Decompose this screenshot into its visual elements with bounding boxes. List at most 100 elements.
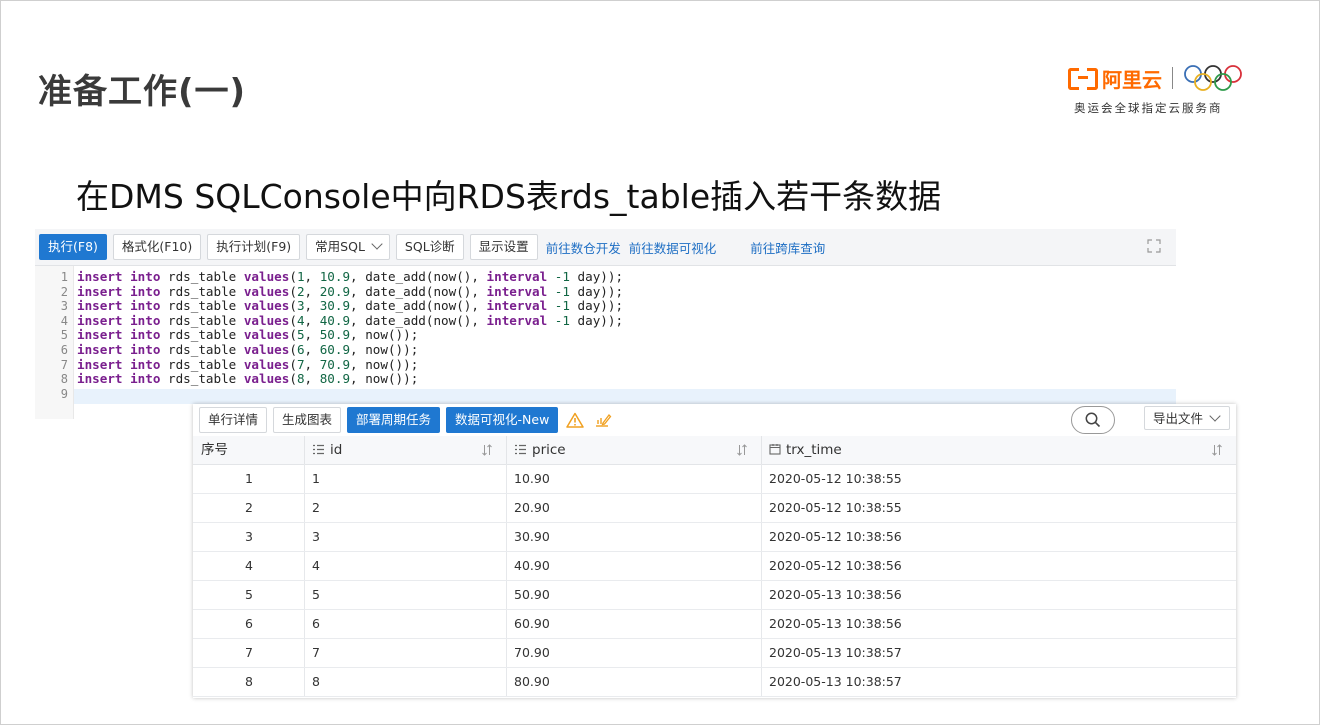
sql-keyword: insert (77, 312, 123, 328)
sql-editor[interactable]: 123456789 insert into rds_table values(1… (35, 266, 1176, 419)
line-number: 9 (60, 386, 68, 401)
table-row[interactable]: 6 6 60.90 2020-05-13 10:38:56 (193, 609, 1236, 639)
number-column-icon (313, 444, 324, 454)
trx-time-cell: 2020-05-13 10:38:56 (769, 616, 902, 631)
common-sql-dropdown[interactable]: 常用SQL (306, 234, 390, 260)
link-cross-db-query[interactable]: 前往跨库查询 (750, 238, 825, 257)
sql-number: 4 (296, 312, 305, 328)
slide-subtitle: 在DMS SQLConsole中向RDS表rds_table插入若干条数据 (76, 177, 942, 216)
sql-text: , (304, 327, 320, 343)
column-header-id[interactable]: id (312, 436, 342, 464)
alibaba-cloud-logo-icon (1068, 68, 1098, 90)
sql-keyword: values (243, 327, 290, 343)
link-warehouse-dev[interactable]: 前往数仓开发 (546, 238, 621, 257)
sql-text: , (304, 269, 320, 284)
row-index-cell: 5 (245, 587, 253, 602)
row-index-cell: 6 (245, 616, 253, 631)
sql-number: 8 (296, 371, 305, 387)
sort-icon[interactable] (481, 444, 493, 456)
sql-text: , (304, 371, 320, 387)
table-row[interactable]: 4 4 40.90 2020-05-12 10:38:56 (193, 551, 1236, 581)
id-cell: 2 (312, 500, 320, 515)
column-header-price[interactable]: price (514, 436, 566, 464)
code-line[interactable]: insert into rds_table values(6, 60.9, no… (77, 342, 419, 358)
table-row[interactable]: 5 5 50.90 2020-05-13 10:38:56 (193, 580, 1236, 610)
data-visualization-new-button[interactable]: 数据可视化-New (446, 407, 559, 433)
code-line[interactable]: insert into rds_table values(2, 20.9, da… (77, 283, 623, 300)
line-number: 8 (60, 372, 68, 387)
sql-number: 30.9 (319, 298, 351, 314)
sql-diagnose-button[interactable]: SQL诊断 (395, 234, 464, 260)
brand-name: 阿里云 (1102, 67, 1162, 92)
sql-text: ( (289, 342, 297, 357)
sql-keyword: insert (77, 356, 123, 372)
sql-text: , now()); (350, 342, 419, 357)
sql-text: ( (289, 371, 297, 387)
sql-number: 10.9 (319, 269, 351, 284)
export-file-dropdown[interactable]: 导出文件 (1144, 406, 1230, 430)
code-line[interactable]: insert into rds_table values(5, 50.9, no… (77, 328, 418, 343)
price-cell: 80.90 (514, 674, 550, 689)
sql-keyword: interval (486, 269, 548, 284)
sql-text: , now()); (350, 371, 419, 387)
sql-number: -1 (554, 298, 570, 314)
column-header-trx-time[interactable]: trx_time (769, 436, 842, 464)
sql-number: 40.9 (319, 312, 351, 328)
row-detail-button[interactable]: 单行详情 (199, 407, 268, 433)
code-line[interactable]: insert into rds_table values(4, 40.9, da… (77, 312, 623, 329)
execute-button[interactable]: 执行(F8) (39, 234, 107, 260)
sql-text: rds_table (160, 356, 244, 372)
sql-keyword: into (130, 371, 161, 387)
sql-text: , now()); (350, 327, 419, 343)
sql-text: rds_table (160, 371, 244, 387)
brand-logo: 阿里云 奥运会全球指定云服务商 (1068, 62, 1258, 118)
table-row[interactable]: 8 8 80.90 2020-05-13 10:38:57 (193, 667, 1236, 697)
id-cell: 3 (312, 529, 320, 544)
link-data-visualization[interactable]: 前往数据可视化 (629, 238, 717, 257)
common-sql-label: 常用SQL (315, 239, 365, 254)
table-row[interactable]: 2 2 20.90 2020-05-12 10:38:55 (193, 493, 1236, 523)
sql-text: ( (289, 327, 297, 343)
warning-icon[interactable] (566, 412, 585, 428)
row-index-cell: 7 (245, 645, 253, 660)
execution-plan-button[interactable]: 执行计划(F9) (207, 234, 301, 260)
display-settings-button[interactable]: 显示设置 (469, 234, 538, 260)
result-toolbar: 单行详情 生成图表 部署周期任务 数据可视化-New 导出文件 (193, 404, 1236, 436)
generate-chart-button[interactable]: 生成图表 (273, 407, 342, 433)
search-button[interactable] (1071, 406, 1115, 434)
deploy-periodic-task-button[interactable]: 部署周期任务 (347, 407, 441, 433)
sql-keyword: into (130, 327, 161, 343)
sort-icon[interactable] (736, 444, 748, 456)
sort-icon[interactable] (1211, 444, 1223, 456)
price-cell: 20.90 (514, 500, 550, 515)
column-header-id-label: id (330, 442, 343, 458)
sql-number: 50.9 (319, 327, 351, 343)
code-line[interactable]: insert into rds_table values(7, 70.9, no… (77, 356, 418, 373)
chart-edit-icon[interactable] (594, 412, 612, 428)
sql-text: rds_table (160, 298, 244, 314)
sql-keyword: into (130, 283, 161, 299)
table-row[interactable]: 3 3 30.90 2020-05-12 10:38:56 (193, 522, 1236, 552)
code-line[interactable]: insert into rds_table values(1, 10.9, da… (77, 269, 623, 285)
sql-keyword: values (243, 371, 290, 387)
search-icon (1085, 412, 1101, 428)
trx-time-cell: 2020-05-13 10:38:57 (769, 674, 902, 689)
table-row[interactable]: 7 7 70.90 2020-05-13 10:38:57 (193, 638, 1236, 668)
sql-text: ( (289, 356, 297, 372)
chevron-down-icon (1209, 410, 1221, 422)
sql-keyword: values (243, 356, 290, 372)
format-button[interactable]: 格式化(F10) (112, 234, 202, 260)
fullscreen-icon[interactable] (1146, 238, 1162, 254)
sql-number: 20.9 (319, 283, 351, 299)
sql-keyword: insert (77, 283, 123, 299)
sql-keyword: interval (486, 283, 548, 299)
code-line[interactable]: insert into rds_table values(8, 80.9, no… (77, 371, 419, 387)
code-line[interactable]: insert into rds_table values(3, 30.9, da… (77, 298, 623, 314)
table-row[interactable]: 1 1 10.90 2020-05-12 10:38:55 (193, 464, 1236, 494)
